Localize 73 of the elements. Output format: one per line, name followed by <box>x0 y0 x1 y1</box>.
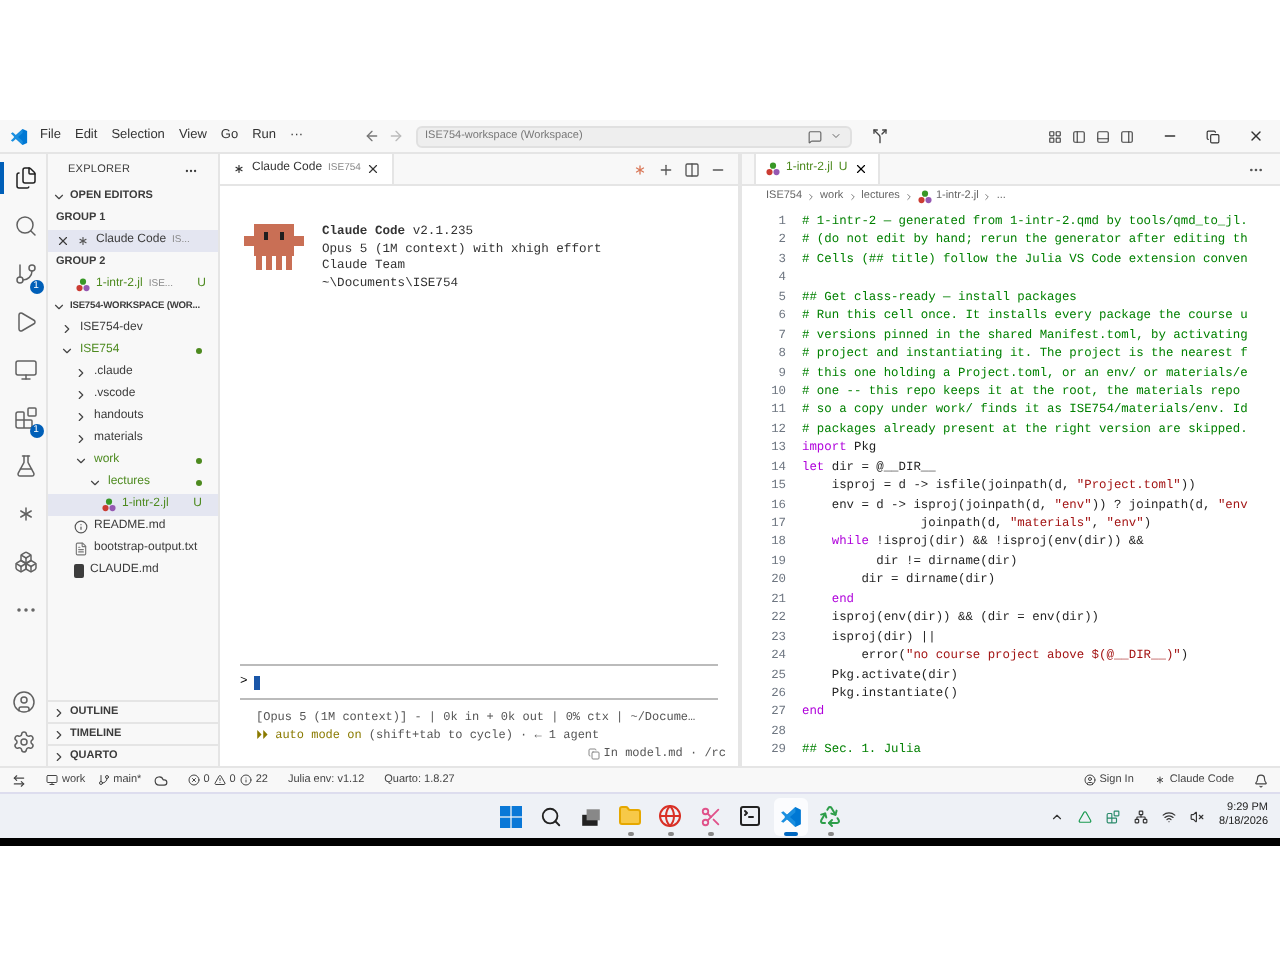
chevron-up-icon[interactable] <box>1049 809 1064 823</box>
running-indicator <box>667 832 674 835</box>
asterisk-icon <box>1153 774 1166 786</box>
start-icon <box>499 805 522 827</box>
folder-icon <box>618 804 643 828</box>
split-editor-icon[interactable] <box>684 161 700 177</box>
tray-app-icon[interactable] <box>1105 809 1120 823</box>
account-icon <box>1083 774 1096 786</box>
asterisk-icon <box>232 162 246 176</box>
terminal-icon <box>738 804 763 828</box>
chevron-right-icon <box>847 192 858 202</box>
chevron-right-icon <box>60 322 74 336</box>
branch-icon <box>97 774 110 786</box>
search-icon <box>13 214 37 238</box>
running-indicator <box>827 832 834 835</box>
chat-icon[interactable] <box>807 129 822 143</box>
volume-muted-icon[interactable] <box>1189 809 1204 823</box>
remote-icon[interactable] <box>12 773 26 787</box>
sync-icon[interactable] <box>153 773 168 787</box>
plus-icon[interactable] <box>658 161 674 177</box>
settings-icon[interactable] <box>11 730 35 754</box>
editor-logo-icon <box>779 805 802 827</box>
julia-file-icon <box>917 190 932 204</box>
network-icon[interactable] <box>1133 809 1148 823</box>
wifi-icon[interactable] <box>1161 809 1176 823</box>
chevron-down-icon <box>60 344 74 358</box>
info-icon <box>239 774 252 786</box>
layout-icon[interactable] <box>1048 129 1062 143</box>
restore-icon[interactable] <box>1206 129 1220 143</box>
chevron-right-icon <box>903 192 914 202</box>
chevron-right-icon <box>982 192 993 202</box>
globe-icon <box>658 804 683 828</box>
running-indicator <box>783 832 798 835</box>
chevron-right-icon <box>806 192 817 202</box>
panel-right-icon[interactable] <box>1120 129 1134 143</box>
error-icon <box>187 774 200 786</box>
monitor-icon <box>46 774 58 786</box>
panel-bottom-icon[interactable] <box>1096 129 1110 143</box>
julia-file-icon <box>76 278 90 292</box>
files-icon <box>13 166 37 190</box>
close-icon[interactable] <box>1248 128 1264 144</box>
back-icon[interactable] <box>363 128 380 144</box>
editor-logo-icon <box>10 127 28 145</box>
notification-icon[interactable] <box>1254 773 1268 787</box>
asterisk-icon[interactable] <box>632 161 648 177</box>
chevron-down-icon <box>52 300 66 314</box>
running-indicator <box>707 832 714 835</box>
julia-file-icon <box>102 498 116 512</box>
close-icon[interactable] <box>366 162 381 176</box>
task-view-icon <box>579 805 602 827</box>
monitor-icon <box>13 358 37 382</box>
julia-file-icon <box>766 162 780 176</box>
scissors-icon <box>699 805 722 827</box>
flask-icon <box>13 454 37 478</box>
pixel-mascot-drawing <box>244 224 304 272</box>
account-icon[interactable] <box>11 690 35 714</box>
recycle-icon <box>818 804 843 828</box>
search-icon <box>539 805 562 827</box>
play-icon <box>13 310 37 334</box>
branch-icon <box>13 262 37 286</box>
panel-left-icon[interactable] <box>1072 129 1086 143</box>
blocks-icon <box>13 406 37 430</box>
text-file-icon <box>74 542 88 556</box>
chevron-down-icon <box>52 190 66 204</box>
info-icon <box>74 520 88 534</box>
markdown-file-icon <box>74 564 84 578</box>
running-indicator <box>627 832 634 835</box>
warning-icon <box>213 774 226 786</box>
close-icon[interactable] <box>56 234 70 248</box>
boxes-icon <box>13 550 37 574</box>
copy-icon <box>587 747 600 759</box>
text-cursor <box>253 675 260 689</box>
close-icon[interactable] <box>853 162 868 176</box>
